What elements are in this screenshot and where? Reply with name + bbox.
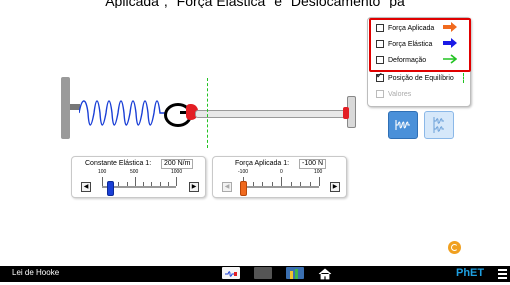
applied-force-title: Força Aplicada 1:: [235, 160, 290, 167]
checkbox-box-checked[interactable]: [376, 71, 384, 82]
navigation-bar: Lei de Hooke PhET: [0, 266, 510, 282]
applied-force-checkbox[interactable]: Força Aplicada: [376, 22, 434, 34]
robot-arm-rod: [195, 110, 350, 118]
minor-tick: [300, 182, 301, 186]
major-tick: [176, 177, 177, 186]
spring-constant-control: Constante Elástica 1: 200 N/m 100 500 10…: [71, 156, 206, 198]
minor-tick: [253, 182, 254, 186]
intro-screen-icon[interactable]: [222, 267, 240, 279]
applied-force-track: [243, 186, 319, 188]
spring-constant-slider-thumb[interactable]: [107, 181, 115, 196]
menu-icon[interactable]: [498, 269, 507, 279]
minor-tick: [127, 182, 128, 186]
applied-force-control: Força Aplicada 1: -100 N -100 0 100 ◀ ▶: [212, 156, 347, 198]
robot-arm-red-cap: [343, 107, 349, 119]
applied-force-value: -100 N: [299, 159, 327, 169]
values-checkbox: Valores: [376, 88, 411, 100]
home-icon[interactable]: [318, 268, 332, 280]
major-tick: [281, 177, 282, 186]
minor-tick: [291, 182, 292, 186]
energy-screen-icon[interactable]: [286, 267, 304, 279]
double-spring-icon: [433, 117, 444, 133]
minor-tick: [262, 182, 263, 186]
applied-force-slider-thumb[interactable]: [240, 181, 247, 196]
equilibrium-line-icon: [463, 73, 464, 83]
checkbox-box-disabled: [376, 90, 384, 98]
applied-force-arrow-icon: [443, 22, 457, 32]
displacement-checkbox[interactable]: Deformação: [376, 54, 426, 66]
tick-label: 0: [280, 169, 283, 175]
minor-tick: [310, 182, 311, 186]
tick-label: 500: [130, 169, 139, 175]
major-tick: [319, 177, 320, 186]
single-spring-view-button[interactable]: [388, 111, 418, 139]
spring-constant-title: Constante Elástica 1:: [85, 160, 152, 167]
checkbox-box[interactable]: [376, 40, 384, 48]
major-tick: [102, 177, 103, 186]
spring-force-arrow-icon: [443, 38, 457, 48]
reset-all-icon[interactable]: [448, 241, 461, 254]
single-spring-icon: [395, 120, 410, 130]
equilibrium-position-line: [207, 78, 208, 148]
spring: [79, 100, 167, 126]
major-tick: [135, 177, 136, 186]
tick-label: 100: [314, 169, 323, 175]
equilibrium-position-checkbox[interactable]: Posição de Equilíbrio: [376, 71, 454, 84]
tick-label: 100: [98, 169, 107, 175]
minor-tick: [151, 182, 152, 186]
applied-force-increase-button[interactable]: ▶: [330, 182, 340, 192]
applied-force-label: Força Aplicada: [388, 24, 435, 32]
systems-screen-icon[interactable]: [254, 267, 272, 279]
minor-tick: [160, 182, 161, 186]
minor-tick: [272, 182, 273, 186]
spring-constant-value: 200 N/m: [161, 159, 194, 169]
spring-force-checkbox[interactable]: Força Elástica: [376, 38, 432, 50]
minor-tick: [168, 182, 169, 186]
spring-constant-decrease-button[interactable]: ◀: [81, 182, 91, 192]
tick-label: -100: [238, 169, 249, 175]
phet-logo[interactable]: PhET: [456, 267, 484, 279]
spring-force-label: Força Elástica: [388, 40, 433, 48]
displacement-arrow-icon: [443, 54, 457, 64]
applied-force-decrease-button[interactable]: ◀: [222, 182, 232, 192]
checkbox-box[interactable]: [376, 24, 384, 32]
minor-tick: [143, 182, 144, 186]
tick-label: 1000: [171, 169, 183, 175]
double-spring-view-button[interactable]: [424, 111, 454, 139]
equilibrium-position-label: Posição de Equilíbrio: [388, 74, 454, 82]
wall: [61, 77, 70, 139]
displacement-label: Deformação: [388, 56, 427, 64]
checkbox-box[interactable]: [376, 56, 384, 64]
values-label: Valores: [388, 90, 412, 98]
spring-constant-increase-button[interactable]: ▶: [189, 182, 199, 192]
sim-title: Lei de Hooke: [12, 268, 60, 277]
minor-tick: [118, 182, 119, 186]
